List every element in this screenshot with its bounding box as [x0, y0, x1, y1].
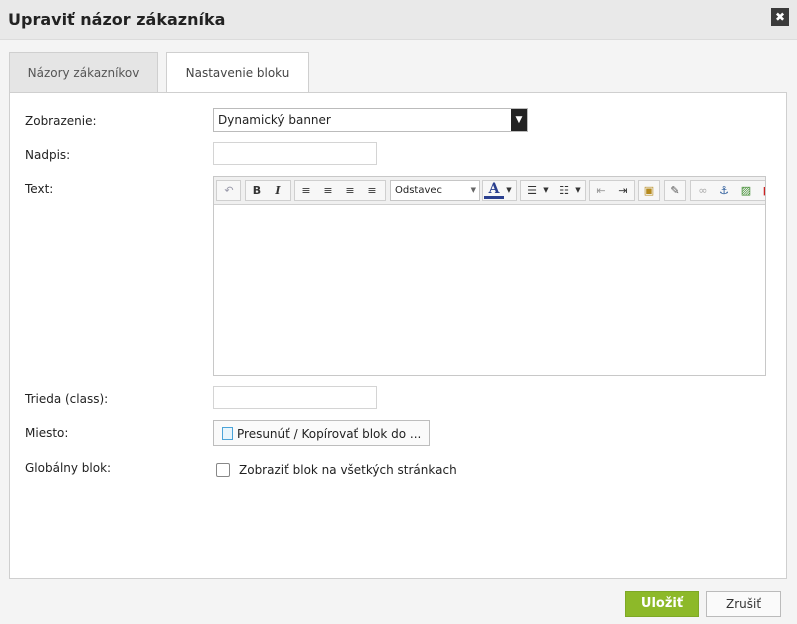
align-right-icon[interactable]: ≡ [340, 181, 360, 200]
move-copy-block-button[interactable]: Presunúť / Kopírovať blok do ... [213, 420, 430, 446]
paragraph-format-value: Odstavec [395, 185, 443, 196]
paste-word-icon[interactable]: ▣ [639, 181, 659, 200]
chevron-down-icon[interactable]: ▼ [504, 181, 514, 200]
global-block-checkbox[interactable] [216, 463, 230, 477]
paragraph-format-select[interactable]: Odstavec ▼ [390, 180, 480, 201]
save-button[interactable]: Uložiť [625, 591, 699, 617]
chevron-down-icon: ▼ [511, 109, 527, 131]
document-icon [222, 427, 233, 440]
italic-button[interactable]: I [268, 181, 288, 200]
cancel-button[interactable]: Zrušiť [706, 591, 781, 617]
css-class-label: Trieda (class): [25, 392, 109, 406]
editor-toolbar: ↶ B I ≡ ≡ ≡ ≡ Odstavec ▼ A ▼ ☰ ▼ ☷ ▼ ⇤ ⇥… [214, 177, 765, 205]
display-label: Zobrazenie: [25, 114, 97, 128]
editor-content-area[interactable] [214, 206, 765, 375]
heading-label: Nadpis: [25, 148, 71, 162]
tab-block-settings[interactable]: Nastavenie bloku [166, 52, 309, 94]
bulleted-list-icon[interactable]: ☰ [522, 181, 542, 200]
align-center-icon[interactable]: ≡ [318, 181, 338, 200]
global-block-label: Globálny blok: [25, 461, 112, 475]
location-label: Miesto: [25, 426, 69, 440]
chevron-down-icon[interactable]: ▼ [541, 181, 551, 200]
move-copy-block-label: Presunúť / Kopírovať blok do ... [237, 427, 422, 441]
numbered-list-icon[interactable]: ☷ [554, 181, 574, 200]
text-label: Text: [25, 182, 54, 196]
flash-icon[interactable]: ■ [758, 181, 765, 200]
tab-customer-reviews[interactable]: Názory zákazníkov [9, 52, 158, 93]
bold-button[interactable]: B [247, 181, 267, 200]
align-left-icon[interactable]: ≡ [296, 181, 316, 200]
heading-input[interactable] [213, 142, 377, 165]
display-select-value: Dynamický banner [218, 113, 331, 127]
chevron-down-icon[interactable]: ▼ [573, 181, 583, 200]
outdent-icon[interactable]: ⇤ [591, 181, 611, 200]
css-class-input[interactable] [213, 386, 377, 409]
dialog-titlebar: Upraviť názor zákazníka ✖ [0, 0, 797, 40]
edit-form-icon[interactable]: ✎ [665, 181, 685, 200]
close-icon[interactable]: ✖ [771, 8, 789, 26]
font-color-button[interactable]: A [484, 181, 504, 199]
global-block-checkbox-label[interactable]: Zobraziť blok na všetkých stránkach [239, 463, 457, 477]
dialog-title: Upraviť názor zákazníka [8, 10, 226, 29]
align-justify-icon[interactable]: ≡ [362, 181, 382, 200]
undo-icon[interactable]: ↶ [219, 181, 239, 200]
chevron-down-icon: ▼ [470, 186, 476, 194]
display-select[interactable]: Dynamický banner ▼ [213, 108, 528, 132]
indent-icon[interactable]: ⇥ [613, 181, 633, 200]
link-icon[interactable]: ∞ [693, 181, 713, 200]
anchor-icon[interactable]: ⚓ [714, 181, 734, 200]
image-icon[interactable]: ▨ [736, 181, 756, 200]
rich-text-editor: ↶ B I ≡ ≡ ≡ ≡ Odstavec ▼ A ▼ ☰ ▼ ☷ ▼ ⇤ ⇥… [213, 176, 766, 376]
